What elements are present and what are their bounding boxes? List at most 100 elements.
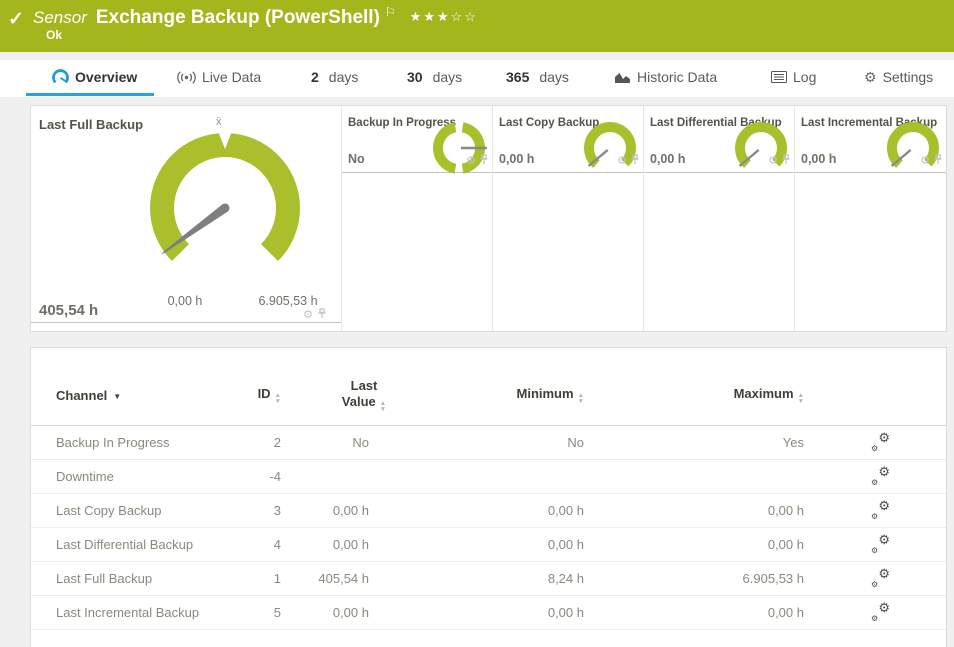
broadcast-icon: [177, 70, 196, 85]
average-marker: x̄: [216, 116, 222, 128]
channel-maximum: Yes: [584, 435, 804, 450]
column-header-id[interactable]: ID▲▼: [241, 386, 281, 405]
gauge-last-incremental-backup: Last Incremental Backup 0,00 h ⚙: [794, 106, 946, 331]
gauges-panel: Last Full Backup x̄ 0,00 h 6.905,53 h 40…: [30, 105, 947, 332]
gauge-value: 405,54 h: [39, 302, 98, 319]
gear-icon: ⚙: [864, 69, 877, 86]
pin-icon[interactable]: [630, 152, 640, 170]
channel-last-value: 405,54 h: [281, 571, 369, 586]
channel-id: 2: [241, 435, 281, 450]
channel-minimum: 0,00 h: [369, 605, 584, 620]
gauge-last-full-backup: Last Full Backup x̄ 0,00 h 6.905,53 h 40…: [31, 106, 341, 323]
pin-icon[interactable]: [479, 152, 489, 170]
tab-label: days: [433, 69, 463, 85]
gauge-min-label: 0,00 h: [149, 294, 221, 308]
channel-id: 5: [241, 605, 281, 620]
page-title: Exchange Backup (PowerShell): [96, 7, 380, 28]
gauge-value: 0,00 h: [499, 152, 534, 166]
status-badge: Ok: [46, 28, 62, 42]
gauge-dial[interactable]: [145, 128, 305, 288]
status-ok-check-icon: ✓: [8, 8, 24, 31]
tab-label: Log: [793, 69, 816, 85]
tab-number: 2: [311, 69, 319, 85]
area-chart-icon: [614, 71, 631, 84]
channel-id: 3: [241, 503, 281, 518]
channel-minimum: 8,24 h: [369, 571, 584, 586]
sort-caret-icon: ▼: [113, 392, 121, 401]
column-header-maximum[interactable]: Maximum▲▼: [584, 386, 804, 405]
tab-label: Overview: [75, 69, 137, 85]
channel-last-value: 0,00 h: [281, 537, 369, 552]
channel-settings-icon[interactable]: ⚙⚙: [871, 434, 890, 451]
tab-log[interactable]: Log: [771, 60, 816, 94]
channel-id: 1: [241, 571, 281, 586]
tab-365-days[interactable]: 365 days: [506, 60, 569, 94]
tab-bar: Overview Live Data 2 days 30 days 365 da…: [0, 60, 954, 97]
pin-icon[interactable]: [317, 306, 327, 324]
log-list-icon: [771, 71, 787, 83]
object-type-label: Sensor: [33, 8, 87, 27]
channel-settings-icon[interactable]: ⚙⚙: [871, 536, 890, 553]
channel-name: Last Differential Backup: [56, 537, 241, 552]
gauge-value: 0,00 h: [650, 152, 685, 166]
tab-settings[interactable]: ⚙ Settings: [864, 60, 933, 94]
channel-name: Downtime: [56, 469, 241, 484]
channel-settings-icon[interactable]: ⚙⚙: [871, 468, 890, 485]
table-row: Downtime -4 ⚙⚙: [31, 460, 946, 494]
channel-last-value: 0,00 h: [281, 503, 369, 518]
tab-label: days: [539, 69, 569, 85]
channel-settings-icon[interactable]: ⚙⚙: [871, 502, 890, 519]
tab-label: Settings: [883, 69, 934, 85]
gauge-settings-gear-icon[interactable]: ⚙: [303, 310, 313, 321]
table-header-row: Channel▼ ID▲▼ Last Value▲▼ Minimum▲▼ Max…: [31, 348, 946, 426]
table-row: Backup In Progress 2 No No Yes ⚙⚙: [31, 426, 946, 460]
gauge-title: Last Full Backup: [39, 117, 143, 132]
channel-id: -4: [241, 469, 281, 484]
gauge-last-differential-backup: Last Differential Backup 0,00 h ⚙: [643, 106, 794, 331]
gauge-settings-gear-icon[interactable]: ⚙: [768, 156, 778, 167]
tab-label: Historic Data: [637, 69, 717, 85]
channel-table: Channel▼ ID▲▼ Last Value▲▼ Minimum▲▼ Max…: [30, 347, 947, 647]
channel-id: 4: [241, 537, 281, 552]
gauge-icon: [52, 69, 69, 86]
gauge-settings-gear-icon[interactable]: ⚙: [920, 156, 930, 167]
gauge-settings-gear-icon[interactable]: ⚙: [466, 156, 476, 167]
channel-maximum: 0,00 h: [584, 537, 804, 552]
channel-settings-icon[interactable]: ⚙⚙: [871, 570, 890, 587]
table-row: Last Incremental Backup 5 0,00 h 0,00 h …: [31, 596, 946, 630]
column-header-last-value[interactable]: Last Value▲▼: [281, 378, 369, 414]
channel-name: Last Copy Backup: [56, 503, 241, 518]
column-header-minimum[interactable]: Minimum▲▼: [369, 386, 584, 405]
channel-name: Last Incremental Backup: [56, 605, 241, 620]
priority-stars[interactable]: ★★★☆☆: [410, 9, 478, 24]
column-header-channel[interactable]: Channel▼: [56, 388, 241, 403]
tab-30-days[interactable]: 30 days: [407, 60, 462, 94]
channel-maximum: 6.905,53 h: [584, 571, 804, 586]
sort-arrows-icon: ▲▼: [798, 393, 804, 405]
channel-minimum: 0,00 h: [369, 537, 584, 552]
channel-minimum: No: [369, 435, 584, 450]
tab-2-days[interactable]: 2 days: [311, 60, 358, 94]
gauge-value: 0,00 h: [801, 152, 836, 166]
channel-maximum: 0,00 h: [584, 503, 804, 518]
pin-icon[interactable]: [933, 152, 943, 170]
gauge-settings-gear-icon[interactable]: ⚙: [617, 156, 627, 167]
gauge-last-copy-backup: Last Copy Backup 0,00 h ⚙: [492, 106, 643, 331]
channel-name: Backup In Progress: [56, 435, 241, 450]
pin-icon[interactable]: [781, 152, 791, 170]
channel-name: Last Full Backup: [56, 571, 241, 586]
tab-historic-data[interactable]: Historic Data: [614, 60, 717, 94]
tab-number: 365: [506, 69, 529, 85]
table-row: Last Full Backup 1 405,54 h 8,24 h 6.905…: [31, 562, 946, 596]
channel-last-value: 0,00 h: [281, 605, 369, 620]
priority-flag-icon[interactable]: ⚐: [385, 5, 396, 19]
tab-overview[interactable]: Overview: [52, 60, 137, 94]
channel-maximum: 0,00 h: [584, 605, 804, 620]
gauge-value: No: [348, 152, 365, 166]
tab-live-data[interactable]: Live Data: [177, 60, 261, 94]
channel-minimum: 0,00 h: [369, 503, 584, 518]
table-row: Last Copy Backup 3 0,00 h 0,00 h 0,00 h …: [31, 494, 946, 528]
channel-last-value: No: [281, 435, 369, 450]
channel-settings-icon[interactable]: ⚙⚙: [871, 604, 890, 621]
table-row: Last Differential Backup 4 0,00 h 0,00 h…: [31, 528, 946, 562]
